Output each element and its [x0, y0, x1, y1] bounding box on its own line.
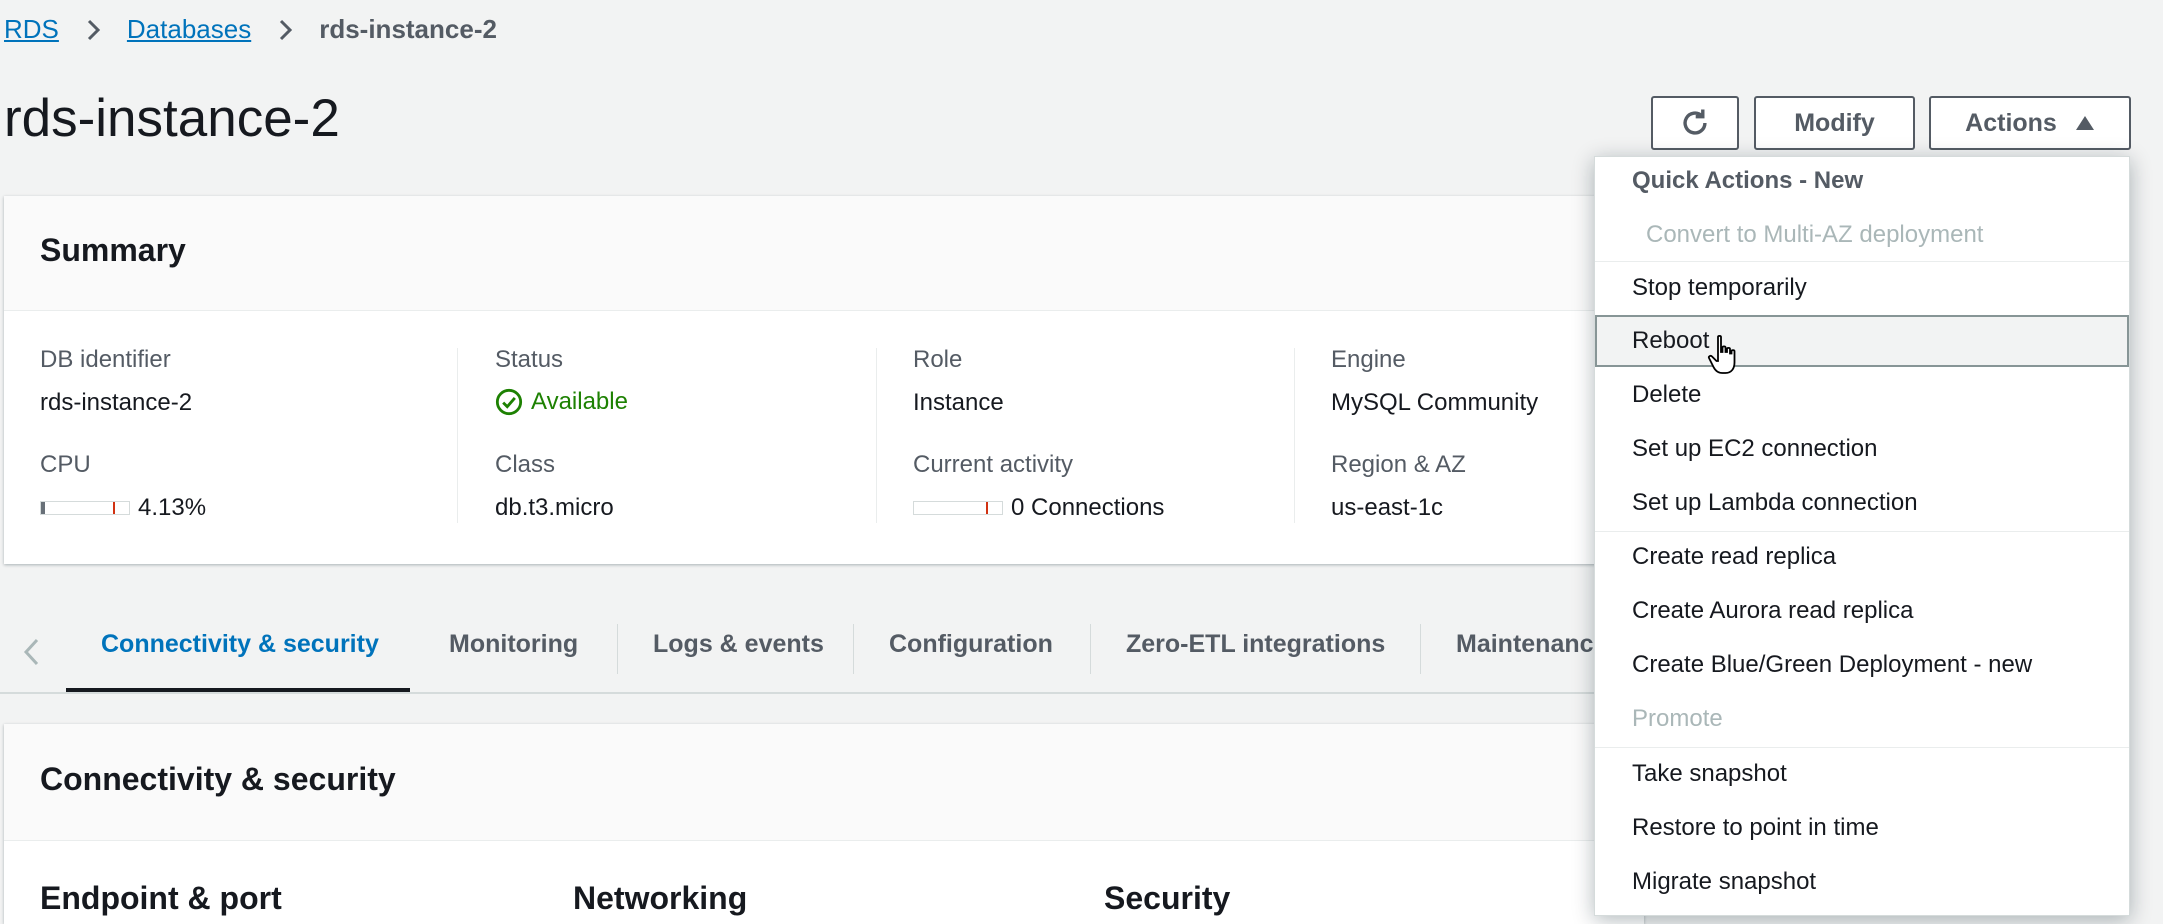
menu-item-promote: Promote: [1632, 705, 1723, 732]
connections-meter: [913, 501, 1003, 515]
summary-title: Summary: [40, 232, 186, 268]
class-label: Class: [495, 451, 556, 478]
chevron-left-icon[interactable]: [20, 632, 42, 672]
tab-bar: Connectivity & security Monitoring Logs …: [0, 610, 1600, 694]
hand-pointer-icon: [1707, 334, 1736, 374]
tab-divider: [617, 624, 618, 674]
tab-zero-etl-integrations[interactable]: Zero-ETL integrations: [1126, 630, 1385, 659]
connectivity-header: Connectivity & security: [4, 724, 1644, 841]
breadcrumb-link-databases[interactable]: Databases: [127, 14, 251, 45]
tab-divider: [1090, 624, 1091, 674]
menu-item-delete[interactable]: Delete: [1595, 369, 2129, 421]
class-value: db.t3.micro: [495, 494, 614, 521]
status-label: Status: [495, 346, 564, 373]
region-value: us-east-1c: [1331, 494, 1444, 521]
menu-item-migrate-snapshot[interactable]: Migrate snapshot: [1595, 856, 2129, 908]
current-activity-value: 0 Connections: [913, 494, 1164, 522]
refresh-icon: [1683, 109, 1707, 135]
connectivity-title: Connectivity & security: [40, 761, 396, 797]
summary-panel: Summary DB identifier rds-instance-2 CPU…: [4, 196, 1644, 564]
tab-logs-events[interactable]: Logs & events: [653, 630, 824, 659]
security-heading: Security: [1104, 880, 1231, 916]
role-label: Role: [913, 346, 963, 373]
caret-up-icon: [2075, 116, 2094, 130]
tab-divider: [853, 624, 854, 674]
menu-item-create-blue-green[interactable]: Create Blue/Green Deployment - new: [1595, 639, 2129, 691]
cpu-percent: 4.13%: [138, 494, 207, 521]
cpu-meter: [40, 501, 130, 515]
role-value: Instance: [913, 389, 1004, 416]
page-title: rds-instance-2: [4, 89, 340, 148]
breadcrumb-link-rds[interactable]: RDS: [4, 14, 59, 45]
menu-item-create-read-replica[interactable]: Create read replica: [1595, 531, 2129, 583]
engine-value: MySQL Community: [1331, 389, 1539, 416]
menu-item-restore-point-in-time[interactable]: Restore to point in time: [1595, 802, 2129, 854]
menu-item-convert-multi-az: Convert to Multi-AZ deployment: [1646, 221, 1984, 248]
chevron-right-icon: [87, 19, 101, 40]
column-divider: [457, 348, 458, 523]
tab-connectivity-security[interactable]: Connectivity & security: [101, 630, 379, 659]
current-activity-label: Current activity: [913, 451, 1074, 478]
check-circle-icon: [495, 388, 523, 416]
status-value: Available: [495, 388, 628, 416]
column-divider: [1294, 348, 1295, 523]
tab-monitoring[interactable]: Monitoring: [449, 630, 578, 659]
cpu-label: CPU: [40, 451, 91, 478]
menu-item-take-snapshot[interactable]: Take snapshot: [1595, 748, 2129, 800]
connections-text: 0 Connections: [1011, 494, 1165, 521]
actions-menu: Quick Actions - New Convert to Multi-AZ …: [1594, 156, 2130, 916]
tab-divider: [1420, 624, 1421, 674]
breadcrumb-current: rds-instance-2: [319, 14, 497, 44]
tab-configuration[interactable]: Configuration: [889, 630, 1053, 659]
status-text: Available: [531, 388, 628, 415]
db-identifier-value: rds-instance-2: [40, 389, 193, 416]
engine-label: Engine: [1331, 346, 1406, 373]
breadcrumb: RDS Databases rds-instance-2: [4, 14, 497, 45]
chevron-right-icon: [280, 19, 293, 40]
networking-heading: Networking: [573, 880, 748, 916]
region-label: Region & AZ: [1331, 451, 1466, 478]
active-tab-indicator: [66, 688, 410, 692]
column-divider: [876, 348, 877, 523]
modify-button[interactable]: Modify: [1754, 96, 1915, 150]
refresh-button[interactable]: [1651, 96, 1739, 150]
db-identifier-label: DB identifier: [40, 346, 171, 373]
summary-header: Summary: [4, 196, 1644, 311]
cpu-value: 4.13%: [40, 494, 206, 522]
menu-item-stop-temporarily[interactable]: Stop temporarily: [1595, 262, 2129, 314]
actions-button[interactable]: Actions: [1929, 96, 2131, 150]
menu-item-setup-lambda-connection[interactable]: Set up Lambda connection: [1595, 477, 2129, 529]
menu-group-title: Quick Actions - New: [1632, 167, 1864, 194]
endpoint-port-heading: Endpoint & port: [40, 880, 282, 916]
tab-maintenance[interactable]: Maintenanc: [1456, 630, 1594, 659]
menu-item-reboot[interactable]: Reboot: [1595, 315, 2129, 367]
menu-item-create-aurora-read-replica[interactable]: Create Aurora read replica: [1595, 585, 2129, 637]
actions-button-label: Actions: [1965, 108, 2057, 137]
menu-item-setup-ec2-connection[interactable]: Set up EC2 connection: [1595, 423, 2129, 475]
